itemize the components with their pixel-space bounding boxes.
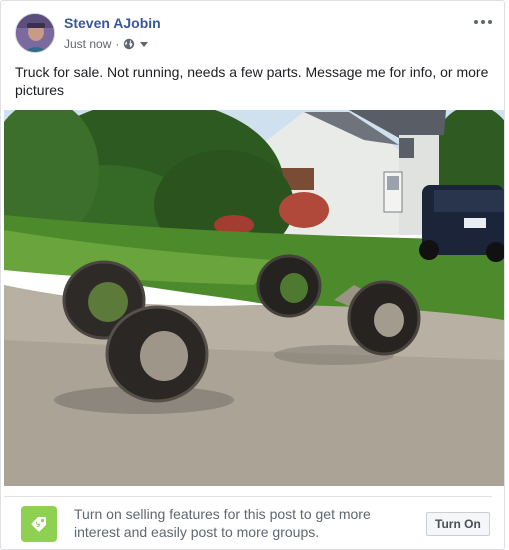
meta-separator: · bbox=[115, 37, 120, 51]
post-card: Steven AJobin Just now · Truck for sale.… bbox=[0, 0, 505, 550]
turn-on-button[interactable]: Turn On bbox=[426, 512, 490, 536]
post-timestamp[interactable]: Just now bbox=[64, 37, 111, 51]
post-text: Truck for sale. Not running, needs a few… bbox=[15, 64, 489, 98]
selling-features-prompt: Turn on selling features for this post t… bbox=[4, 496, 492, 549]
post-header: Steven AJobin Just now · bbox=[15, 13, 495, 55]
post-meta: Just now · bbox=[64, 37, 149, 51]
author-avatar[interactable] bbox=[15, 13, 55, 53]
caret-down-icon[interactable] bbox=[139, 39, 149, 49]
more-options-icon[interactable] bbox=[471, 13, 495, 31]
author-name[interactable]: Steven AJobin bbox=[64, 15, 161, 31]
selling-prompt-text: Turn on selling features for this post t… bbox=[74, 506, 371, 540]
price-tag-icon bbox=[21, 506, 57, 542]
post-photo[interactable] bbox=[4, 110, 504, 486]
avatar-photo bbox=[16, 14, 54, 52]
globe-icon[interactable] bbox=[123, 38, 135, 50]
